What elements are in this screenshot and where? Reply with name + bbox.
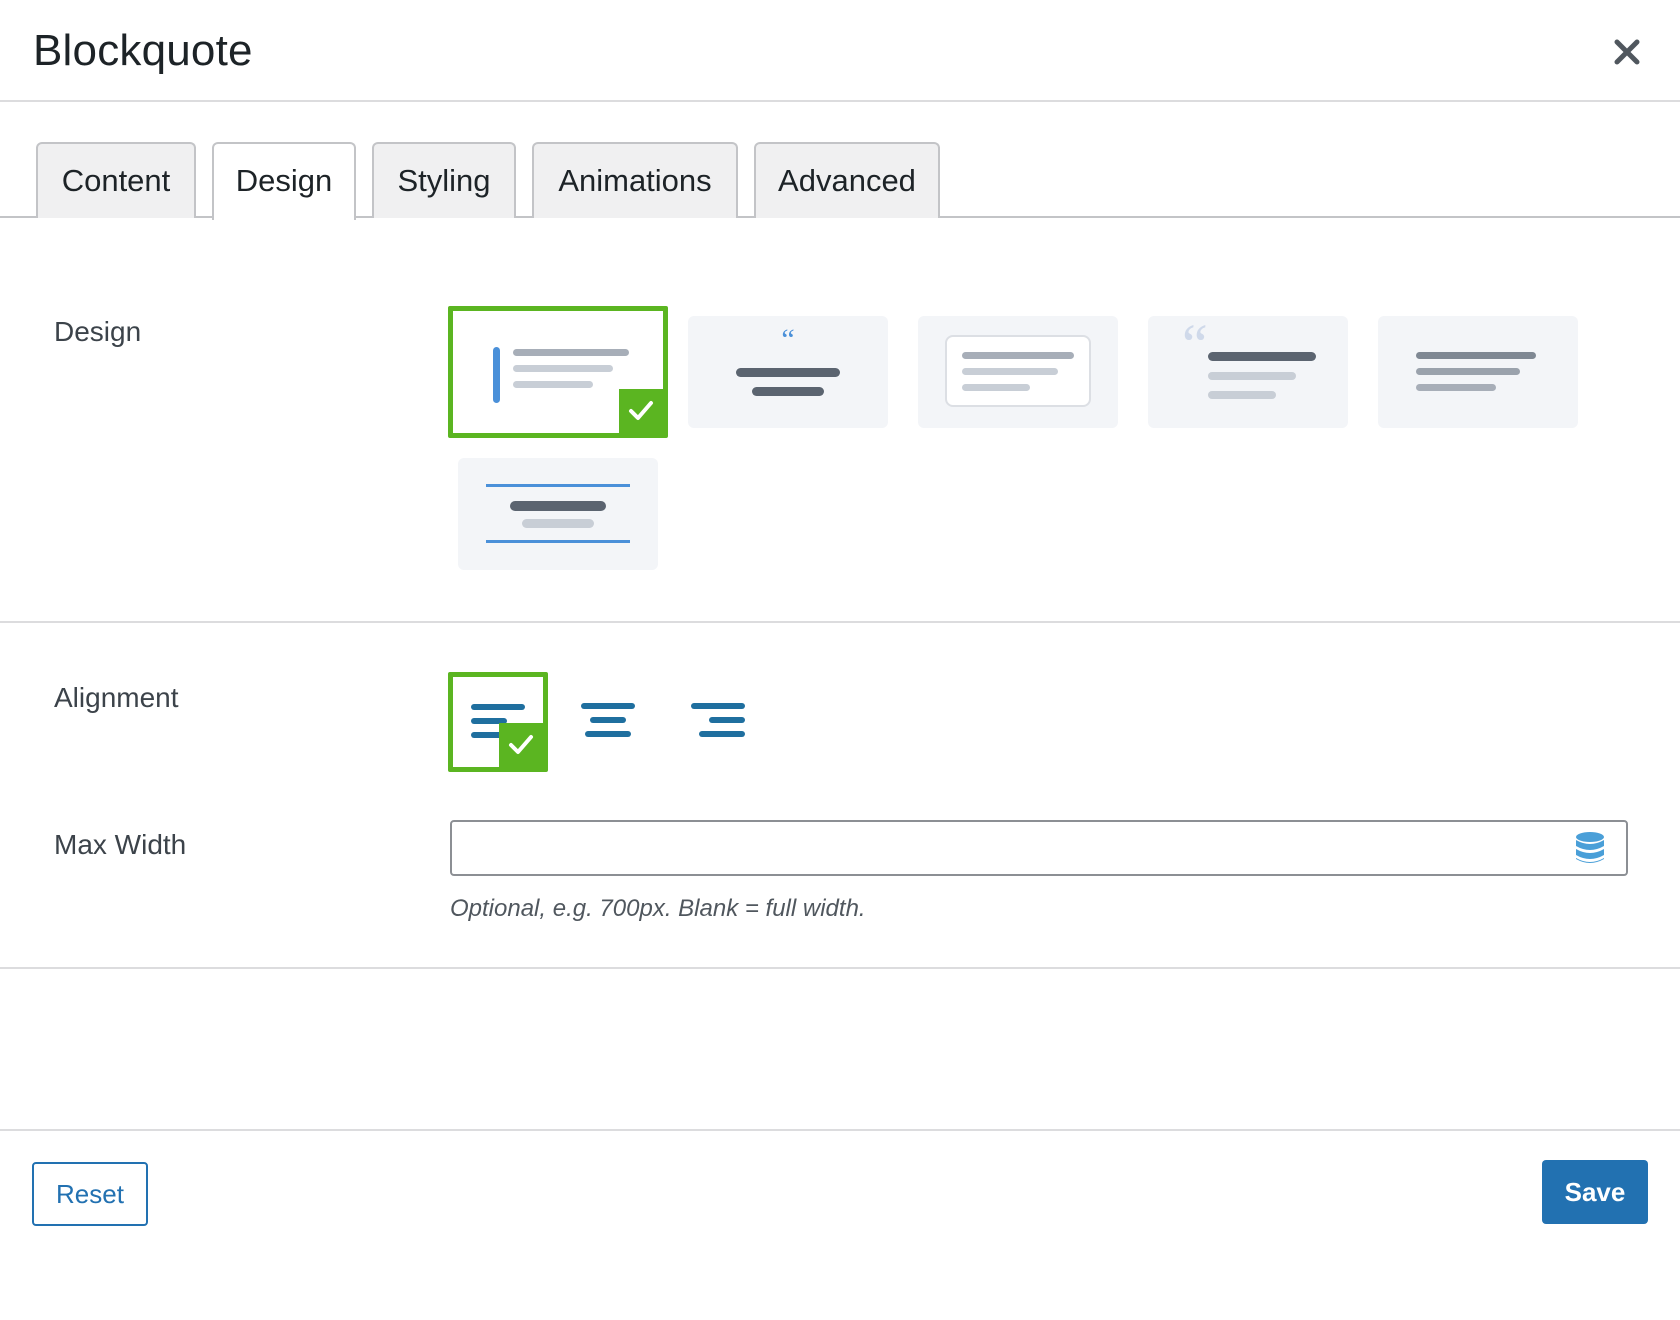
design-option-boxed[interactable]: [918, 316, 1118, 428]
database-icon[interactable]: [1574, 831, 1606, 865]
alignment-center-option[interactable]: [558, 672, 658, 772]
blockquote-settings-modal: Blockquote Content Design Styling Animat…: [0, 0, 1680, 1320]
alignment-left-option[interactable]: [448, 672, 548, 772]
tab-design[interactable]: Design: [212, 142, 356, 222]
design-option-left-border[interactable]: [448, 306, 668, 438]
max-width-label: Max Width: [54, 829, 187, 860]
align-center-icon: [581, 703, 635, 737]
tab-content[interactable]: Content: [36, 142, 196, 218]
tab-advanced[interactable]: Advanced: [754, 142, 940, 218]
design-option-top-bottom-rules[interactable]: [458, 458, 658, 570]
large-quote-mark-icon: “: [1182, 316, 1208, 377]
align-right-icon: [691, 703, 745, 737]
alignment-label: Alignment: [54, 682, 179, 713]
design-option-large-quote[interactable]: “: [1148, 316, 1348, 428]
close-icon[interactable]: [1608, 33, 1646, 71]
section-divider: [0, 967, 1680, 969]
modal-title: Blockquote: [33, 26, 253, 75]
selected-check-icon: [499, 723, 543, 767]
design-option-centered-quote[interactable]: “: [688, 316, 888, 428]
footer-divider: [0, 1129, 1680, 1131]
modal-header: Blockquote: [0, 0, 1680, 102]
alignment-right-option[interactable]: [668, 672, 768, 772]
design-option-plain[interactable]: [1378, 316, 1578, 428]
max-width-input[interactable]: [450, 820, 1628, 876]
max-width-helper-text: Optional, e.g. 700px. Blank = full width…: [450, 895, 866, 922]
reset-button[interactable]: Reset: [32, 1162, 148, 1226]
section-divider: [0, 621, 1680, 623]
quote-mark-icon: “: [781, 323, 794, 356]
design-label: Design: [54, 316, 142, 347]
tab-bar: Content Design Styling Animations Advanc…: [0, 140, 1680, 222]
save-button[interactable]: Save: [1542, 1160, 1648, 1224]
tab-animations[interactable]: Animations: [532, 142, 738, 218]
selected-check-icon: [619, 389, 663, 433]
tab-styling[interactable]: Styling: [372, 142, 516, 218]
